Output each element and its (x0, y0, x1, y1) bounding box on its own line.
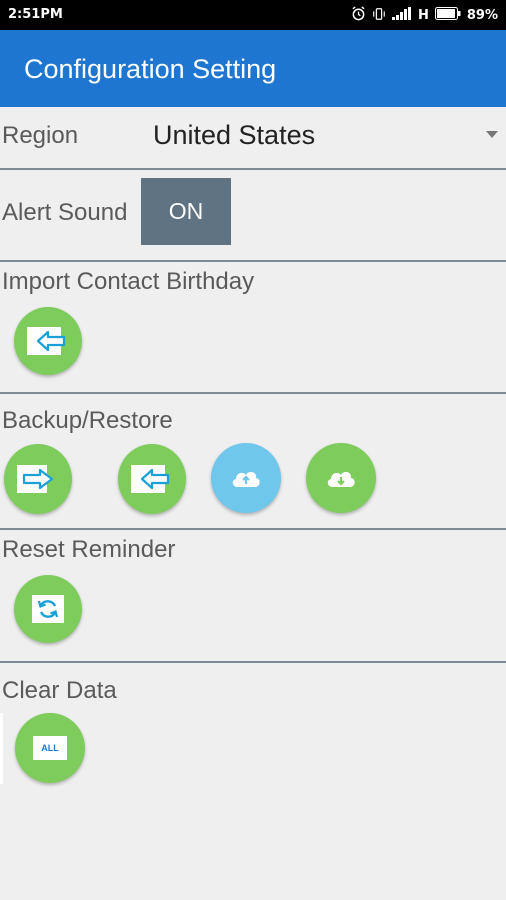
page-title: Configuration Setting (24, 54, 277, 84)
divider (0, 168, 506, 170)
divider (0, 661, 506, 663)
region-label: Region (2, 122, 79, 149)
clear-all-button[interactable]: ALL (15, 713, 85, 783)
restore-import-button[interactable] (118, 444, 186, 514)
clear-data-label: Clear Data (2, 677, 117, 704)
clear-all-icon: ALL (33, 736, 67, 760)
cloud-download-icon (325, 467, 357, 489)
reset-reminder-label: Reset Reminder (2, 536, 176, 563)
status-bar: 2:51PM H 89% (0, 0, 506, 30)
network-type: H (417, 8, 429, 23)
alert-sound-label: Alert Sound (2, 199, 128, 226)
reset-reminder-button[interactable] (14, 575, 82, 643)
vibrate-icon (372, 7, 386, 25)
battery-percent: 89% (466, 8, 498, 23)
clear-all-text: ALL (41, 743, 59, 753)
divider (0, 260, 506, 262)
backup-export-button[interactable] (4, 444, 72, 514)
status-time: 2:51PM (8, 7, 63, 22)
status-icons: H 89% (351, 6, 498, 25)
battery-icon (434, 7, 461, 24)
edge-marker (0, 713, 3, 784)
divider (0, 528, 506, 530)
alert-sound-toggle[interactable]: ON (141, 178, 231, 245)
signal-icon (391, 7, 412, 24)
import-arrow-icon (130, 464, 174, 494)
import-arrow-icon (26, 326, 70, 356)
export-arrow-icon (16, 464, 60, 494)
import-contact-label: Import Contact Birthday (2, 268, 255, 295)
backup-restore-label: Backup/Restore (2, 407, 173, 434)
dropdown-arrow-icon[interactable] (486, 131, 498, 138)
alarm-icon (351, 6, 366, 25)
import-contact-button[interactable] (14, 307, 82, 375)
app-bar: Configuration Setting (0, 30, 506, 107)
cloud-restore-button[interactable] (306, 443, 376, 513)
cloud-upload-icon (230, 467, 262, 489)
toggle-text: ON (168, 198, 204, 224)
divider (0, 392, 506, 394)
region-dropdown[interactable]: United States (153, 120, 315, 151)
cloud-backup-button[interactable] (211, 443, 281, 513)
refresh-icon (31, 594, 65, 624)
